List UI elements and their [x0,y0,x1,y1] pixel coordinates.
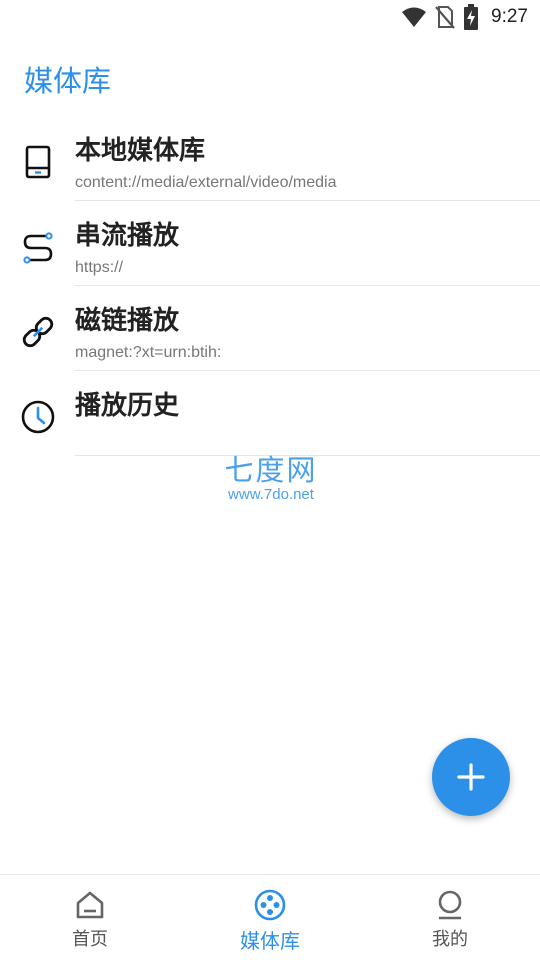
item-title: 播放历史 [75,391,180,421]
status-icons: 9:27 [401,4,528,30]
add-button[interactable] [432,738,510,816]
nav-item-media-library[interactable]: 媒体库 [180,875,360,960]
wifi-icon [402,7,427,27]
media-source-list: 本地媒体库 content://media/external/video/med… [0,116,540,456]
item-subtitle: magnet:?xt=urn:btih: [75,344,222,361]
status-time: 9:27 [491,6,528,27]
list-item-play-history[interactable]: 播放历史 [0,371,540,456]
watermark-logo: 七度网 [224,453,318,487]
plus-icon [457,763,485,791]
item-title: 本地媒体库 [75,136,206,166]
link-icon [22,316,54,348]
film-reel-icon [254,889,286,921]
nav-label: 首页 [72,929,108,950]
list-item-magnet-play[interactable]: 磁链播放 magnet:?xt=urn:btih: [0,286,540,371]
nav-label: 媒体库 [240,929,300,953]
nav-label: 我的 [432,929,468,950]
nav-item-home[interactable]: 首页 [0,875,180,960]
list-item-stream-play[interactable]: 串流播放 https:// [0,201,540,286]
clock-icon [21,400,55,434]
watermark: 七度网 www.7do.net [216,454,326,504]
item-subtitle: https:// [75,259,124,276]
list-item-local-media[interactable]: 本地媒体库 content://media/external/video/med… [0,116,540,201]
page-title: 媒体库 [24,64,112,98]
home-icon [76,891,104,919]
watermark-url: www.7do.net [228,486,314,503]
item-subtitle: content://media/external/video/media [75,174,337,191]
nav-item-profile[interactable]: 我的 [360,875,540,960]
item-title: 串流播放 [75,221,180,251]
battery-charging-icon [464,4,479,30]
item-title: 磁链播放 [75,306,180,336]
route-stream-icon [23,232,53,264]
status-bar: 9:27 [0,0,540,36]
person-icon [438,890,462,920]
bottom-nav: 首页 媒体库 我的 [0,874,540,960]
tablet-device-icon [25,145,51,179]
no-sim-icon [435,6,455,29]
